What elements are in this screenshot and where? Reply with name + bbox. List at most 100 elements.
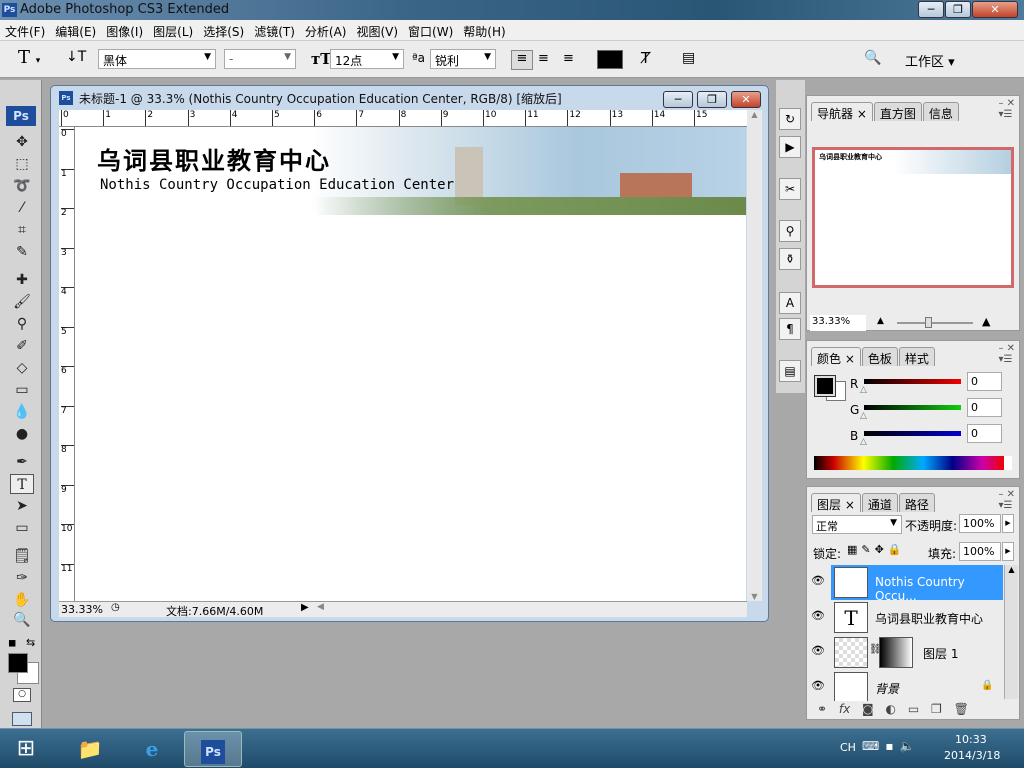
tab-paths[interactable]: 路径	[898, 493, 935, 512]
channel-value-input[interactable]: 0	[967, 424, 1002, 443]
tool-presets-icon[interactable]: ✂	[779, 178, 801, 200]
crop-tool-icon[interactable]: ⌗	[10, 220, 34, 240]
brushes-panel-icon[interactable]: ⚲	[779, 220, 801, 242]
eyedropper-icon[interactable]: ✑	[10, 568, 34, 588]
layer-row[interactable]: ⛓ 图层 1	[831, 635, 1003, 671]
path-selection-icon[interactable]: ➤	[10, 496, 34, 516]
restore-button[interactable]: ❐	[945, 1, 971, 18]
font-style-select[interactable]: - ▼	[224, 49, 296, 69]
layer-comps-icon[interactable]: ▤	[779, 360, 801, 382]
brush-tool-icon[interactable]: 🖌	[10, 292, 34, 312]
new-group-icon[interactable]: ▭	[908, 702, 919, 716]
quick-mask-button[interactable]: ○	[13, 688, 31, 702]
paragraph-panel-icon[interactable]: ¶	[779, 318, 801, 340]
healing-brush-icon[interactable]: ✚	[10, 270, 34, 290]
bridge-button[interactable]: 🔍	[864, 50, 881, 66]
menu-help[interactable]: 帮助(H)	[458, 20, 510, 40]
hand-tool-icon[interactable]: ✋	[10, 590, 34, 610]
doc-close-button[interactable]: ✕	[731, 91, 761, 108]
tab-info[interactable]: 信息	[922, 102, 959, 121]
canvas[interactable]: 乌词县职业教育中心 Nothis Country Occupation Educ…	[75, 127, 746, 601]
language-indicator[interactable]: CH	[840, 741, 856, 754]
tab-swatches[interactable]: 色板	[861, 347, 898, 366]
zoom-out-icon[interactable]: ▲	[877, 316, 884, 326]
slider-handle-icon[interactable]: △	[860, 385, 867, 395]
menu-file[interactable]: 文件(F)	[0, 20, 50, 40]
clone-source-icon[interactable]: ⚱	[779, 248, 801, 270]
tab-histogram[interactable]: 直方图	[873, 102, 922, 121]
channel-slider[interactable]	[864, 379, 961, 384]
panel-menu-icon[interactable]: – ✕ ▾☰	[998, 343, 1015, 365]
toggle-panels-button[interactable]: ▤	[682, 50, 695, 66]
color-spectrum-ramp[interactable]	[814, 456, 1012, 470]
vertical-scrollbar[interactable]: ▲ ▼	[747, 110, 762, 601]
tab-styles[interactable]: 样式	[898, 347, 935, 366]
close-button[interactable]: ✕	[972, 1, 1018, 18]
foreground-color-swatch[interactable]	[8, 653, 28, 673]
opacity-slider-button[interactable]: ▶	[1002, 514, 1014, 533]
marquee-tool-icon[interactable]: ⬚	[10, 154, 34, 174]
dodge-tool-icon[interactable]: ●	[10, 424, 34, 444]
panel-menu-icon[interactable]: – ✕ ▾☰	[998, 98, 1015, 120]
ie-taskbar-icon[interactable]: e	[132, 731, 172, 767]
slider-handle-icon[interactable]: △	[860, 437, 867, 447]
minimize-button[interactable]: ─	[918, 1, 944, 18]
type-tool-icon[interactable]: T	[10, 474, 34, 494]
menu-view[interactable]: 视图(V)	[351, 20, 403, 40]
menu-analysis[interactable]: 分析(A)	[300, 20, 352, 40]
history-panel-icon[interactable]: ↻	[779, 108, 801, 130]
menu-image[interactable]: 图像(I)	[101, 20, 148, 40]
add-mask-icon[interactable]: ◙	[862, 702, 874, 716]
layer-row[interactable]: 背景 🔒	[831, 670, 1003, 701]
tab-channels[interactable]: 通道	[861, 493, 898, 512]
tab-navigator[interactable]: 导航器 ×	[811, 102, 873, 121]
opacity-input[interactable]: 100%	[959, 514, 1001, 533]
default-colors-icon[interactable]: ◼	[8, 638, 16, 649]
layer-row[interactable]: T 乌词县职业教育中心	[831, 600, 1003, 636]
magic-wand-tool-icon[interactable]: ⁄	[10, 198, 34, 218]
link-layers-icon[interactable]: ⚭	[817, 702, 827, 716]
menu-edit[interactable]: 编辑(E)	[50, 20, 101, 40]
clone-stamp-icon[interactable]: ⚲	[10, 314, 34, 334]
delete-layer-icon[interactable]: 🗑	[954, 702, 969, 716]
horizontal-scrollbar[interactable]: ◀	[317, 602, 324, 612]
slider-handle-icon[interactable]: △	[860, 411, 867, 421]
panel-menu-icon[interactable]: – ✕ ▾☰	[998, 489, 1015, 511]
notes-tool-icon[interactable]: 🗒	[10, 546, 34, 566]
align-right-button[interactable]: ≡	[563, 51, 574, 66]
menu-window[interactable]: 窗口(W)	[403, 20, 458, 40]
shape-tool-icon[interactable]: ▭	[10, 518, 34, 538]
text-color-swatch[interactable]	[597, 50, 623, 69]
adjustment-layer-icon[interactable]: ◐	[886, 702, 896, 716]
doc-restore-button[interactable]: ❐	[697, 91, 727, 108]
history-brush-icon[interactable]: ✐	[10, 336, 34, 356]
workspace-menu[interactable]: 工作区 ▾	[905, 51, 955, 70]
blur-tool-icon[interactable]: 💧	[10, 402, 34, 422]
slice-tool-icon[interactable]: ✎	[10, 242, 34, 262]
character-panel-icon[interactable]: A	[779, 292, 801, 314]
channel-slider[interactable]	[864, 431, 961, 436]
eraser-tool-icon[interactable]: ◇	[10, 358, 34, 378]
move-tool-icon[interactable]: ✥	[10, 132, 34, 152]
blend-mode-select[interactable]: 正常 ▼	[812, 515, 902, 534]
visibility-eye-icon[interactable]: 👁	[809, 565, 827, 597]
align-left-button[interactable]: ≡	[511, 50, 533, 70]
visibility-eye-icon[interactable]: 👁	[809, 670, 827, 701]
zoom-in-icon[interactable]: ▲	[982, 315, 990, 328]
layer-row[interactable]: T Nothis Country Occu...	[831, 565, 1003, 603]
clock-date[interactable]: 2014/3/18	[944, 749, 1000, 762]
explorer-taskbar-icon[interactable]: 📁	[70, 731, 110, 767]
fill-slider-button[interactable]: ▶	[1002, 542, 1014, 561]
pen-tool-icon[interactable]: ✒	[10, 452, 34, 472]
tab-color[interactable]: 颜色 ×	[811, 347, 861, 366]
menu-layer[interactable]: 图层(L)	[148, 20, 198, 40]
navigator-preview[interactable]: 乌词县职业教育中心	[812, 147, 1014, 288]
fill-input[interactable]: 100%	[959, 542, 1001, 561]
lock-icons[interactable]: ▦✎✥🔒	[847, 543, 906, 556]
channel-slider[interactable]	[864, 405, 961, 410]
warp-text-button[interactable]: Ⱦ	[641, 49, 650, 67]
align-center-button[interactable]: ≡	[538, 51, 549, 66]
tab-layers[interactable]: 图层 ×	[811, 493, 861, 512]
tool-preset-picker[interactable]: T ▾	[18, 47, 40, 68]
new-layer-icon[interactable]: ❐	[931, 702, 942, 716]
